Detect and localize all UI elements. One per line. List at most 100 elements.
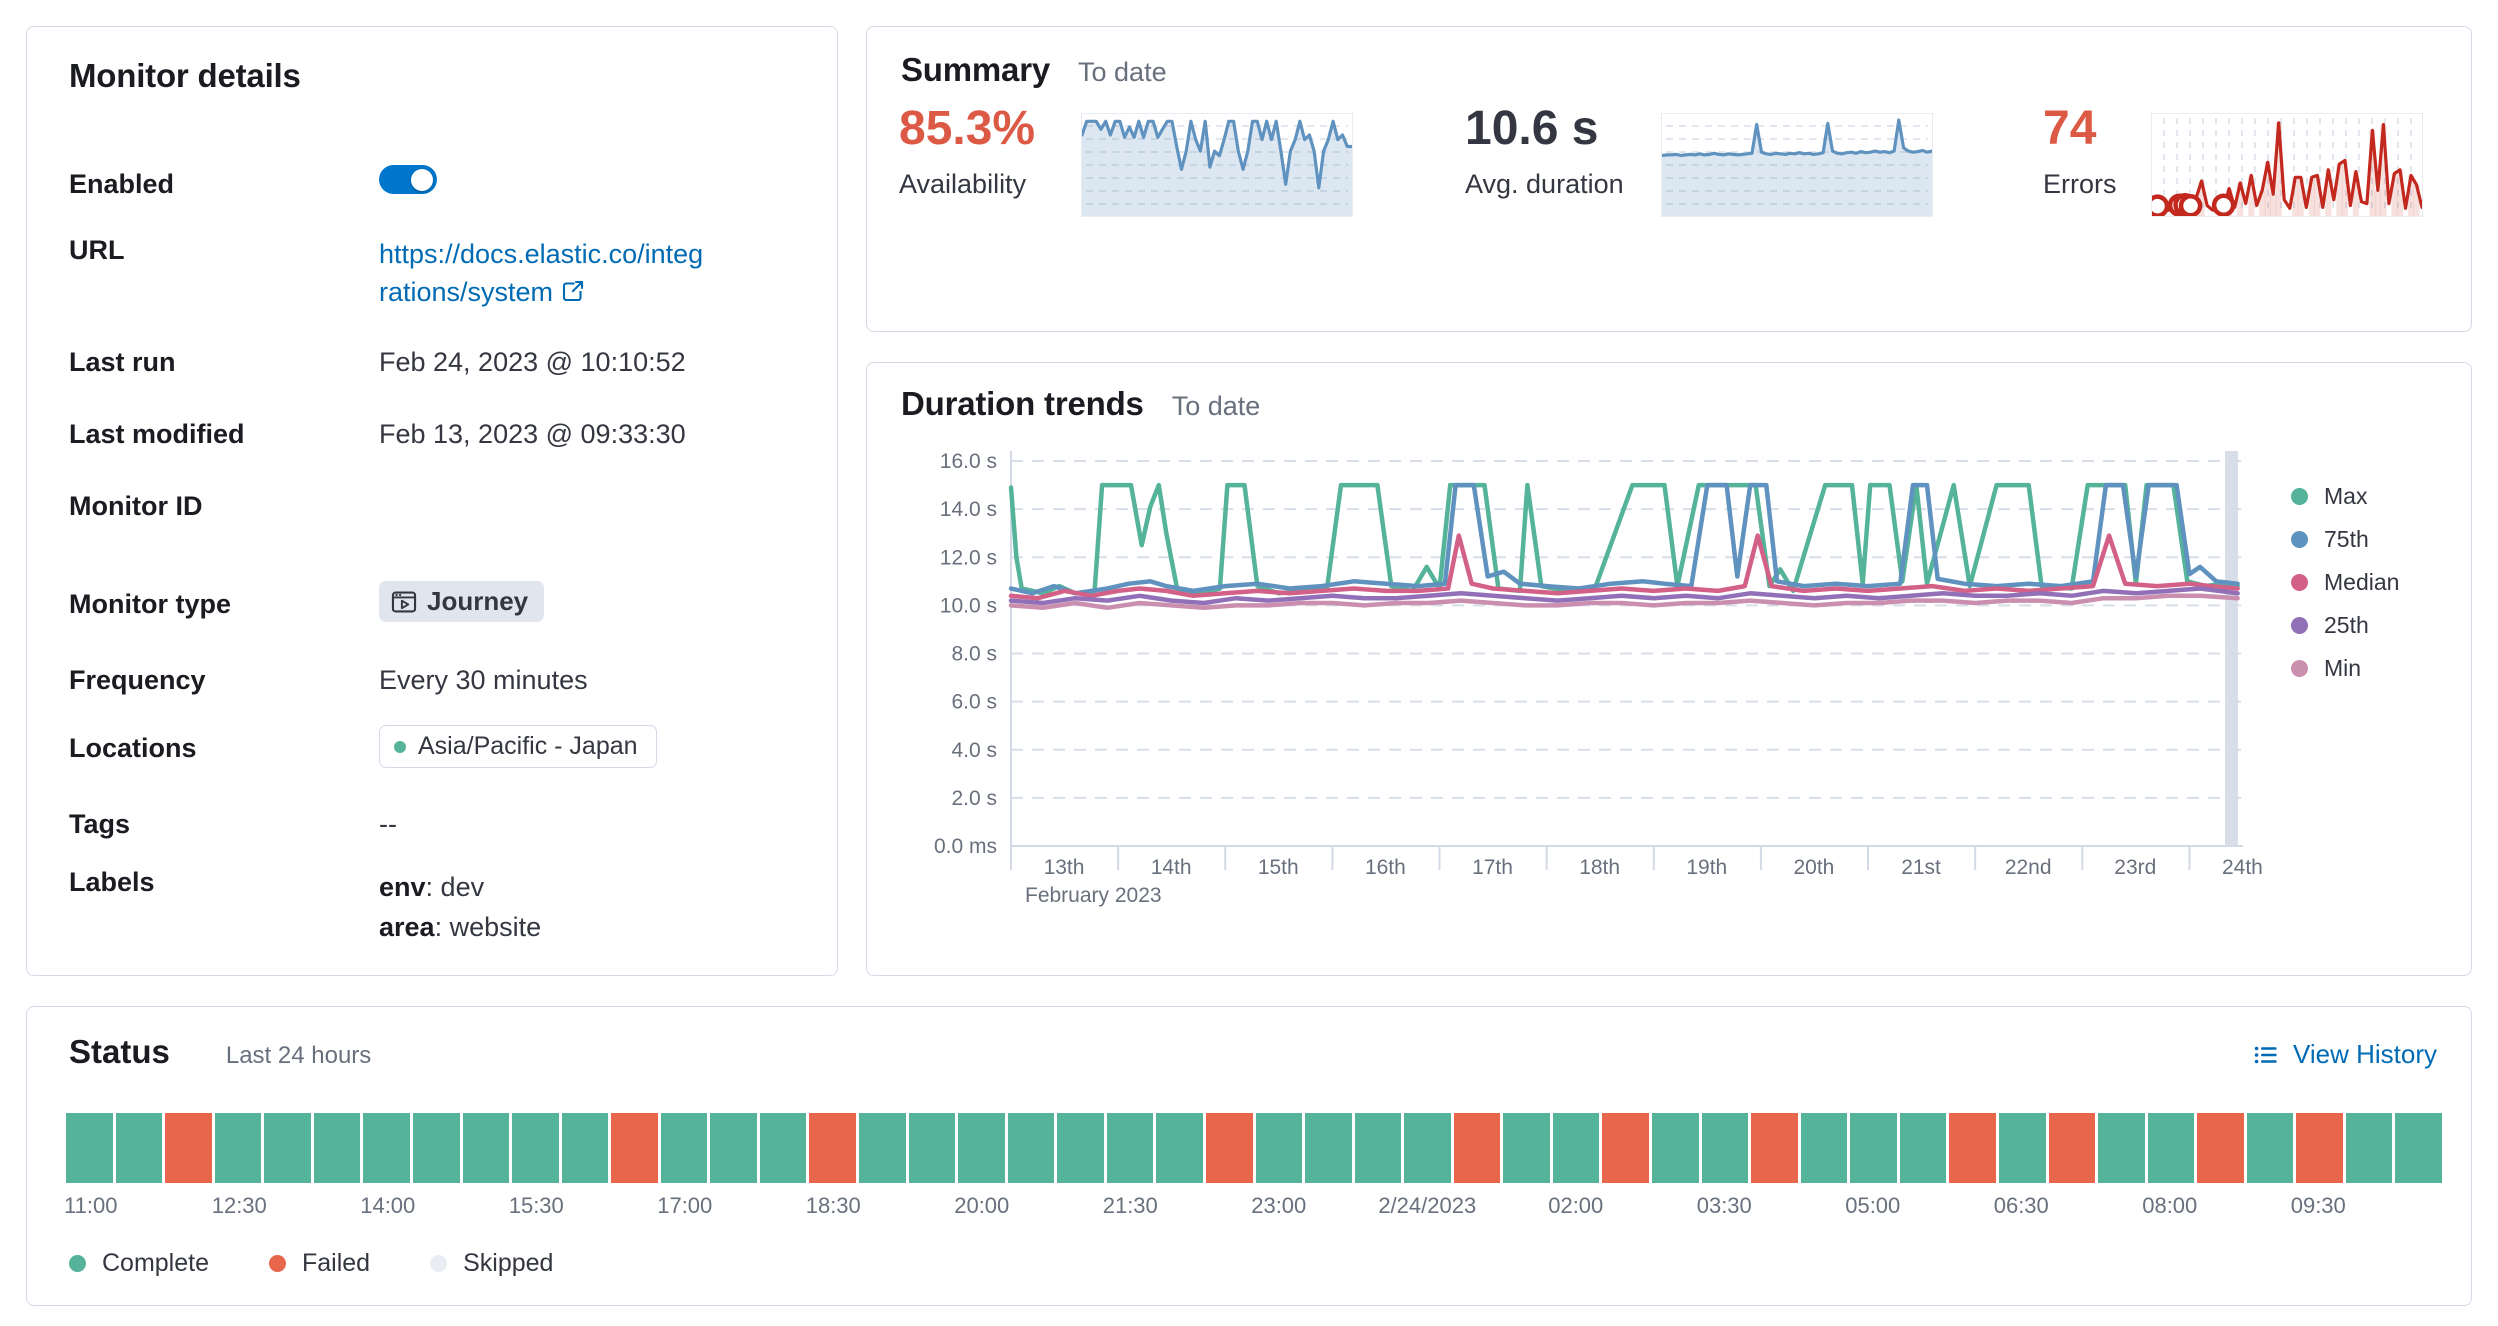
status-block-7-complete[interactable] [363, 1113, 410, 1183]
y-axis-tick-label: 2.0 s [951, 787, 997, 810]
y-axis-tick-label: 10.0 s [940, 594, 997, 617]
legend-item-25th[interactable]: 25th [2291, 604, 2399, 647]
status-block-21-complete[interactable] [1057, 1113, 1104, 1183]
duration-trends-title: Duration trends [901, 385, 1144, 423]
status-block-11-complete[interactable] [562, 1113, 609, 1183]
status-tick-label: 21:30 [1103, 1193, 1158, 1219]
status-block-16-failed[interactable] [809, 1113, 856, 1183]
monitor-url-link[interactable]: https://docs.elastic.co/integrations/sys… [379, 239, 703, 307]
last-run-label: Last run [69, 347, 176, 378]
status-block-22-complete[interactable] [1107, 1113, 1154, 1183]
tags-value: -- [379, 809, 779, 840]
status-block-5-complete[interactable] [264, 1113, 311, 1183]
duration-trends-subtitle: To date [1172, 391, 1261, 422]
status-block-37-complete[interactable] [1850, 1113, 1897, 1183]
status-block-18-complete[interactable] [909, 1113, 956, 1183]
status-block-43-complete[interactable] [2148, 1113, 2195, 1183]
url-label: URL [69, 235, 125, 266]
status-block-35-failed[interactable] [1751, 1113, 1798, 1183]
location-status-dot [394, 741, 406, 753]
status-block-3-failed[interactable] [165, 1113, 212, 1183]
y-axis-tick-label: 8.0 s [951, 643, 997, 666]
status-legend-label: Complete [102, 1249, 209, 1278]
status-tick-label: 08:00 [2142, 1193, 2197, 1219]
status-legend-item-skipped: Skipped [430, 1249, 553, 1278]
availability-value: 85.3% [899, 101, 1035, 156]
status-legend-dot [430, 1255, 447, 1272]
labels-label: Labels [69, 867, 155, 898]
view-history-button[interactable]: View History [2253, 1039, 2437, 1070]
enabled-toggle[interactable] [379, 165, 437, 194]
status-block-48-complete[interactable] [2395, 1113, 2442, 1183]
x-axis-tick-label: 15th [1258, 856, 1299, 879]
status-block-46-failed[interactable] [2296, 1113, 2343, 1183]
status-block-1-complete[interactable] [66, 1113, 113, 1183]
status-block-23-complete[interactable] [1156, 1113, 1203, 1183]
status-block-6-complete[interactable] [314, 1113, 361, 1183]
status-tick-label: 20:00 [954, 1193, 1009, 1219]
status-block-8-complete[interactable] [413, 1113, 460, 1183]
status-block-27-complete[interactable] [1355, 1113, 1402, 1183]
status-block-19-complete[interactable] [958, 1113, 1005, 1183]
last-run-value: Feb 24, 2023 @ 10:10:52 [379, 347, 779, 378]
status-block-44-failed[interactable] [2197, 1113, 2244, 1183]
status-block-33-complete[interactable] [1652, 1113, 1699, 1183]
status-block-20-complete[interactable] [1008, 1113, 1055, 1183]
status-block-14-complete[interactable] [710, 1113, 757, 1183]
status-block-29-failed[interactable] [1454, 1113, 1501, 1183]
status-legend-item-failed: Failed [269, 1249, 370, 1278]
avg-duration-sparkline [1661, 113, 1933, 217]
status-block-47-complete[interactable] [2346, 1113, 2393, 1183]
status-legend-label: Skipped [463, 1249, 553, 1278]
status-block-34-complete[interactable] [1702, 1113, 1749, 1183]
location-badge-label: Asia/Pacific - Japan [418, 732, 638, 761]
legend-item-75th[interactable]: 75th [2291, 518, 2399, 561]
label-area: area: website [379, 907, 779, 947]
y-axis-tick-label: 16.0 s [940, 450, 997, 473]
status-block-25-complete[interactable] [1256, 1113, 1303, 1183]
status-block-10-complete[interactable] [512, 1113, 559, 1183]
label-env: env: dev [379, 867, 779, 907]
summary-subtitle: To date [1078, 57, 1167, 88]
status-block-45-complete[interactable] [2247, 1113, 2294, 1183]
status-legend-dot [269, 1255, 286, 1272]
status-block-12-failed[interactable] [611, 1113, 658, 1183]
status-block-32-failed[interactable] [1602, 1113, 1649, 1183]
status-block-41-failed[interactable] [2049, 1113, 2096, 1183]
toggle-knob [411, 169, 433, 191]
monitor-type-label: Monitor type [69, 589, 231, 620]
legend-item-median[interactable]: Median [2291, 561, 2399, 604]
status-block-39-failed[interactable] [1949, 1113, 1996, 1183]
status-block-42-complete[interactable] [2098, 1113, 2145, 1183]
legend-item-max[interactable]: Max [2291, 475, 2399, 518]
monitor-details-title: Monitor details [69, 57, 301, 95]
status-block-26-complete[interactable] [1305, 1113, 1352, 1183]
status-block-15-complete[interactable] [760, 1113, 807, 1183]
error-zero-marker [2181, 196, 2200, 215]
external-link-icon [561, 279, 585, 310]
x-axis-tick-label: 18th [1579, 856, 1620, 879]
errors-value: 74 [2043, 101, 2096, 156]
y-axis-tick-label: 6.0 s [951, 691, 997, 714]
status-block-24-failed[interactable] [1206, 1113, 1253, 1183]
legend-item-min[interactable]: Min [2291, 647, 2399, 690]
status-block-4-complete[interactable] [215, 1113, 262, 1183]
status-tick-label: 17:00 [657, 1193, 712, 1219]
enabled-label: Enabled [69, 169, 174, 200]
status-block-31-complete[interactable] [1553, 1113, 1600, 1183]
status-block-30-complete[interactable] [1503, 1113, 1550, 1183]
status-block-36-complete[interactable] [1801, 1113, 1848, 1183]
status-legend: Complete Failed Skipped [69, 1249, 553, 1278]
status-block-2-complete[interactable] [116, 1113, 163, 1183]
status-block-9-complete[interactable] [463, 1113, 510, 1183]
status-block-38-complete[interactable] [1900, 1113, 1947, 1183]
synthetics-monitor-overview-page: Monitor details Enabled URL https://docs… [0, 0, 2498, 1326]
status-block-40-complete[interactable] [1999, 1113, 2046, 1183]
availability-sparkline [1081, 113, 1353, 217]
error-zero-marker [2214, 196, 2233, 215]
label-env-value: dev [441, 872, 485, 902]
status-block-13-complete[interactable] [661, 1113, 708, 1183]
status-block-28-complete[interactable] [1404, 1113, 1451, 1183]
status-tick-label: 03:30 [1697, 1193, 1752, 1219]
status-block-17-complete[interactable] [859, 1113, 906, 1183]
